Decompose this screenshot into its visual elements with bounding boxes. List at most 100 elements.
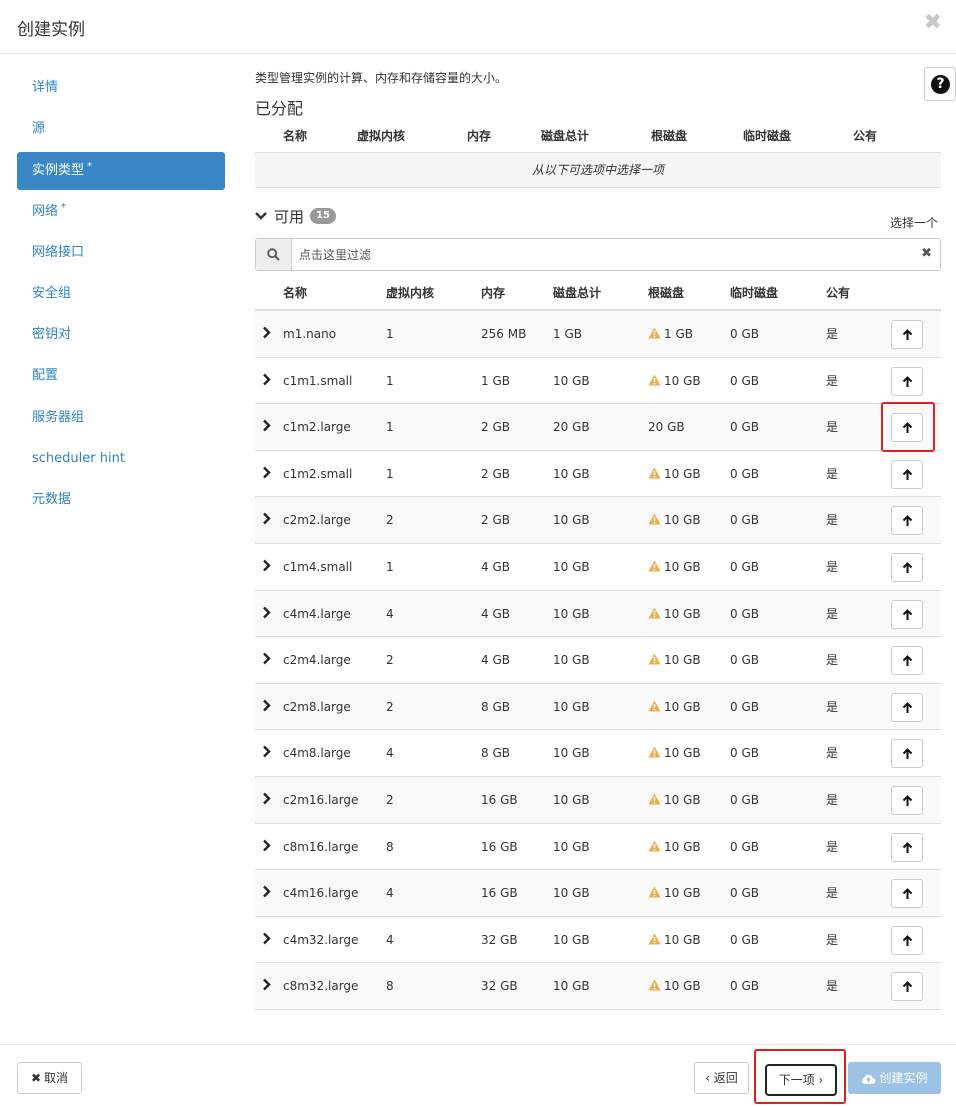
- chevron-right-icon[interactable]: [262, 652, 271, 665]
- warning-icon: [648, 467, 661, 479]
- next-button[interactable]: 下一项 ›: [765, 1064, 837, 1096]
- flavor-name: c1m1.small: [283, 373, 353, 388]
- flavor-ram: 1 GB: [481, 373, 510, 388]
- chevron-right-icon[interactable]: [262, 932, 271, 945]
- allocated-title: 已分配: [255, 99, 304, 118]
- flavor-ephemeral: 0 GB: [730, 932, 759, 947]
- chevron-right-icon[interactable]: [262, 606, 271, 619]
- modal-title: 创建实例: [17, 20, 85, 40]
- close-icon: ✖: [30, 1071, 42, 1085]
- flavor-name: c1m4.small: [283, 559, 353, 574]
- flavor-root-disk-value: 10 GB: [664, 466, 701, 481]
- available-col-name[interactable]: 名称: [283, 284, 307, 301]
- search-icon: [267, 248, 280, 261]
- cancel-button[interactable]: ✖ 取消: [17, 1062, 82, 1094]
- chevron-right-icon[interactable]: [262, 512, 271, 525]
- sidebar-item[interactable]: 配置: [17, 357, 225, 395]
- available-table-header: 名称 虚拟内核 内存 磁盘总计 根磁盘 临时磁盘 公有: [255, 275, 941, 311]
- sidebar-item-label: 详情: [32, 80, 59, 95]
- chevron-right-icon[interactable]: [262, 745, 271, 758]
- available-col-public[interactable]: 公有: [826, 284, 850, 301]
- flavor-row: m1.nano 1 256 MB 1 GB 1 GB 0 GB 是: [255, 311, 941, 358]
- available-col-ephemeral[interactable]: 临时磁盘: [730, 284, 778, 301]
- sidebar-item[interactable]: 密钥对: [17, 316, 225, 354]
- flavor-public: 是: [826, 792, 839, 807]
- allocate-button[interactable]: [891, 506, 923, 536]
- allocate-button[interactable]: [891, 972, 923, 1002]
- sidebar-item[interactable]: 网络接口: [17, 234, 225, 272]
- flavor-root-disk: 10 GB: [648, 591, 701, 637]
- allocate-button[interactable]: [891, 879, 923, 909]
- arrow-up-icon: [902, 748, 913, 760]
- allocate-button[interactable]: [891, 832, 923, 862]
- close-icon[interactable]: ✖: [924, 10, 942, 35]
- allocate-button[interactable]: [891, 366, 923, 396]
- allocate-button[interactable]: [891, 552, 923, 582]
- chevron-right-icon[interactable]: [262, 559, 271, 572]
- chevron-right-icon[interactable]: [262, 419, 271, 432]
- flavor-disk: 10 GB: [553, 699, 590, 714]
- chevron-right-icon[interactable]: [262, 326, 271, 339]
- available-col-vcpus[interactable]: 虚拟内核: [386, 284, 434, 301]
- sidebar-item[interactable]: scheduler hint: [17, 440, 225, 478]
- allocate-button[interactable]: [891, 925, 923, 955]
- create-instance-button[interactable]: 创建实例: [848, 1062, 941, 1094]
- allocated-col-ephemeral: 临时磁盘: [743, 129, 792, 143]
- flavor-root-disk: 10 GB: [648, 637, 701, 683]
- help-button[interactable]: ?: [924, 67, 956, 101]
- flavor-ram: 4 GB: [481, 559, 510, 574]
- flavor-root-disk: 10 GB: [648, 963, 701, 1009]
- clear-filter-icon[interactable]: ✖: [921, 246, 932, 261]
- back-button[interactable]: ‹ 返回: [694, 1062, 749, 1094]
- chevron-right-icon[interactable]: [262, 839, 271, 852]
- warning-icon: [648, 840, 661, 852]
- sidebar-item[interactable]: 元数据: [17, 481, 225, 519]
- allocate-button[interactable]: [891, 599, 923, 629]
- sidebar-item[interactable]: 详情: [17, 69, 225, 107]
- allocate-button[interactable]: [891, 413, 923, 443]
- flavor-root-disk: 10 GB: [648, 684, 701, 730]
- allocate-button[interactable]: [891, 320, 923, 349]
- available-col-ram[interactable]: 内存: [481, 284, 505, 301]
- flavor-disk: 10 GB: [553, 886, 590, 901]
- flavor-ephemeral: 0 GB: [730, 839, 759, 854]
- flavor-ephemeral: 0 GB: [730, 653, 759, 668]
- available-col-root[interactable]: 根磁盘: [648, 284, 684, 301]
- chevron-right-icon[interactable]: [262, 792, 271, 805]
- filter-input[interactable]: [293, 239, 913, 270]
- allocate-button[interactable]: [891, 692, 923, 722]
- help-icon: ?: [931, 75, 950, 94]
- chevron-right-icon[interactable]: [262, 699, 271, 712]
- flavor-name: c4m16.large: [283, 886, 359, 901]
- chevron-right-icon[interactable]: [262, 466, 271, 479]
- flavor-ephemeral: 0 GB: [730, 559, 759, 574]
- sidebar-item[interactable]: 服务器组: [17, 399, 225, 437]
- available-toggle[interactable]: 可用 15: [255, 204, 336, 228]
- allocate-button[interactable]: [891, 646, 923, 676]
- flavor-ephemeral: 0 GB: [730, 886, 759, 901]
- flavor-root-disk-value: 10 GB: [664, 932, 701, 947]
- chevron-right-icon[interactable]: [262, 373, 271, 386]
- flavor-vcpus: 2: [386, 653, 394, 668]
- sidebar-item[interactable]: 源: [17, 110, 225, 148]
- flavor-disk: 10 GB: [553, 559, 590, 574]
- sidebar-item[interactable]: 安全组: [17, 275, 225, 313]
- chevron-right-icon[interactable]: [262, 885, 271, 898]
- sidebar-item[interactable]: 网络 *: [17, 193, 225, 231]
- flavor-vcpus: 8: [386, 979, 394, 994]
- available-col-disk[interactable]: 磁盘总计: [553, 284, 601, 301]
- flavor-ephemeral: 0 GB: [730, 466, 759, 481]
- flavor-ram: 4 GB: [481, 606, 510, 621]
- flavor-ephemeral: 0 GB: [730, 513, 759, 528]
- chevron-right-icon[interactable]: [262, 978, 271, 991]
- sidebar-item[interactable]: 实例类型 *: [17, 152, 225, 190]
- allocate-button[interactable]: [891, 459, 923, 489]
- flavor-name: m1.nano: [283, 327, 337, 341]
- allocate-button[interactable]: [891, 785, 923, 815]
- flavor-disk: 10 GB: [553, 373, 590, 388]
- allocate-button[interactable]: [891, 739, 923, 769]
- flavor-root-disk-value: 10 GB: [664, 699, 701, 714]
- allocated-col-disk: 磁盘总计: [541, 129, 590, 143]
- sidebar-item-label: 网络接口: [32, 245, 85, 260]
- flavor-ephemeral: 0 GB: [730, 979, 759, 994]
